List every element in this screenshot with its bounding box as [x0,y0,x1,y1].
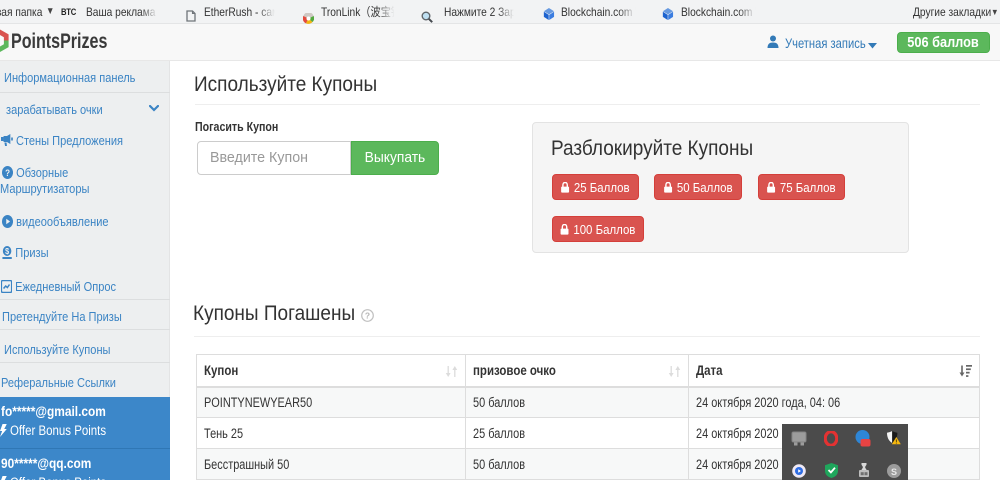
svg-text:S: S [891,467,897,477]
svg-text:?: ? [5,167,10,178]
svg-text:$: $ [5,247,10,257]
svg-text:!: ! [895,440,897,445]
svg-text:?: ? [365,311,370,321]
